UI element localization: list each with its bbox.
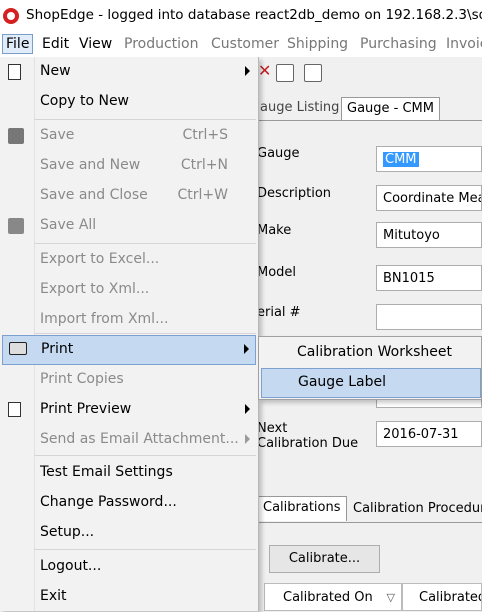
menu-item-print[interactable]: Print bbox=[2, 335, 256, 365]
submenu-arrow-icon bbox=[244, 344, 249, 354]
menu-item-save-and-close-label: Save and Close bbox=[40, 187, 148, 203]
next-calibration-due-label: Next Calibration Due bbox=[257, 421, 359, 451]
menu-item-new[interactable]: New bbox=[0, 57, 258, 87]
menu-item-save-shortcut: Ctrl+S bbox=[182, 127, 228, 143]
menu-file[interactable]: File bbox=[2, 34, 34, 54]
column-calibrated-label: Calibrated bbox=[419, 590, 482, 605]
menu-item-send-email-label: Send as Email Attachment... bbox=[40, 431, 239, 447]
menu-item-new-label: New bbox=[40, 63, 71, 79]
menu-item-save-and-close[interactable]: Save and Close Ctrl+W bbox=[0, 181, 258, 211]
menu-item-exit[interactable]: Exit bbox=[0, 582, 258, 612]
printer-icon bbox=[9, 342, 27, 355]
menu-item-save-and-new[interactable]: Save and New Ctrl+N bbox=[0, 151, 258, 181]
menu-separator bbox=[34, 333, 256, 334]
print-submenu: Calibration Worksheet Gauge Label bbox=[258, 336, 482, 400]
menu-item-export-excel-label: Export to Excel... bbox=[40, 251, 160, 267]
menu-item-save-and-close-shortcut: Ctrl+W bbox=[177, 187, 228, 203]
calibrate-button[interactable]: Calibrate... bbox=[269, 545, 380, 573]
title-bar: ShopEdge - logged into database react2db… bbox=[0, 0, 482, 32]
menu-item-print-copies-label: Print Copies bbox=[40, 371, 124, 387]
submenu-arrow-icon bbox=[245, 66, 250, 76]
menu-item-copy-to-new-label: Copy to New bbox=[40, 93, 130, 109]
menu-item-gauge-label-label: Gauge Label bbox=[298, 374, 387, 390]
menu-item-save-and-new-label: Save and New bbox=[40, 157, 141, 173]
menu-separator bbox=[34, 243, 256, 244]
menu-item-test-email-label: Test Email Settings bbox=[40, 464, 173, 480]
menu-item-save-label: Save bbox=[40, 127, 75, 143]
document-tabs: auge Listing Gauge - CMM bbox=[255, 95, 482, 121]
menu-shipping[interactable]: Shipping bbox=[287, 36, 348, 52]
menu-item-print-preview-label: Print Preview bbox=[40, 401, 132, 417]
model-field[interactable]: BN1015 bbox=[376, 265, 482, 291]
menu-item-print-preview[interactable]: Print Preview bbox=[0, 395, 258, 425]
menu-item-export-excel[interactable]: Export to Excel... bbox=[0, 245, 258, 275]
refresh-icon[interactable] bbox=[276, 64, 294, 82]
menu-separator bbox=[34, 119, 256, 120]
menu-item-gauge-label[interactable]: Gauge Label bbox=[261, 368, 481, 398]
menu-item-logout[interactable]: Logout... bbox=[0, 552, 258, 582]
menu-production[interactable]: Production bbox=[124, 36, 198, 52]
menu-separator bbox=[34, 455, 256, 456]
column-calibrated-on[interactable]: Calibrated On ▽ bbox=[264, 583, 402, 611]
menu-item-save-and-new-shortcut: Ctrl+N bbox=[180, 157, 228, 173]
edit-icon[interactable] bbox=[304, 64, 322, 82]
menu-item-change-password[interactable]: Change Password... bbox=[0, 488, 258, 518]
save-icon bbox=[8, 128, 24, 144]
menu-item-exit-label: Exit bbox=[40, 588, 67, 604]
description-field[interactable]: Coordinate Mea bbox=[376, 185, 482, 211]
menu-item-send-email[interactable]: Send as Email Attachment... bbox=[0, 425, 258, 455]
menu-item-change-password-label: Change Password... bbox=[40, 494, 177, 510]
menu-bar: File Edit View Production Customer Shipp… bbox=[0, 32, 482, 58]
print-preview-icon bbox=[8, 402, 21, 417]
menu-item-save-all[interactable]: Save All bbox=[0, 211, 258, 241]
menu-item-setup-label: Setup... bbox=[40, 524, 95, 540]
shopedge-logo-icon bbox=[3, 8, 19, 24]
menu-view[interactable]: View bbox=[79, 36, 112, 52]
serial-label: erial # bbox=[257, 305, 301, 320]
tab-calibrations[interactable]: Calibrations bbox=[257, 496, 347, 521]
tab-gauge-cmm[interactable]: Gauge - CMM bbox=[341, 97, 440, 120]
gauge-value: CMM bbox=[383, 152, 419, 167]
menu-purchasing[interactable]: Purchasing bbox=[360, 36, 437, 52]
serial-field[interactable] bbox=[376, 304, 482, 330]
gauge-field[interactable]: CMM bbox=[376, 146, 482, 172]
file-menu-dropdown: New Copy to New Save Ctrl+S Save and New… bbox=[0, 57, 259, 611]
menu-item-test-email[interactable]: Test Email Settings bbox=[0, 458, 258, 488]
tab-gauge-listing[interactable]: auge Listing bbox=[255, 97, 344, 119]
delete-icon[interactable]: ✕ bbox=[258, 61, 271, 80]
make-field[interactable]: Mitutoyo bbox=[376, 222, 482, 248]
menu-item-export-xml[interactable]: Export to Xml... bbox=[0, 275, 258, 305]
tab-calibration-procedure[interactable]: Calibration Procedure bbox=[348, 498, 482, 520]
make-label: Make bbox=[257, 223, 292, 238]
submenu-arrow-icon bbox=[245, 404, 250, 414]
menu-item-logout-label: Logout... bbox=[40, 558, 102, 574]
menu-item-print-copies[interactable]: Print Copies bbox=[0, 365, 258, 395]
menu-item-export-xml-label: Export to Xml... bbox=[40, 281, 150, 297]
window-title: ShopEdge - logged into database react2db… bbox=[26, 7, 482, 23]
description-label: Description bbox=[257, 186, 332, 201]
detail-tabs: Calibrations Calibration Procedure bbox=[255, 494, 482, 523]
menu-item-import-xml[interactable]: Import from Xml... bbox=[0, 305, 258, 335]
menu-item-print-label: Print bbox=[41, 341, 74, 357]
menu-invoice[interactable]: Invoic bbox=[446, 36, 482, 52]
menu-item-save-all-label: Save All bbox=[40, 217, 97, 233]
column-calibrated[interactable]: Calibrated bbox=[402, 583, 482, 611]
new-document-icon bbox=[8, 64, 21, 80]
menu-item-calibration-worksheet[interactable]: Calibration Worksheet bbox=[259, 338, 481, 368]
column-calibrated-on-label: Calibrated On bbox=[283, 590, 373, 605]
menu-edit[interactable]: Edit bbox=[42, 36, 69, 52]
submenu-arrow-icon bbox=[245, 434, 250, 444]
filter-icon[interactable]: ▽ bbox=[387, 584, 395, 610]
menu-customer[interactable]: Customer bbox=[211, 36, 279, 52]
model-label: Model bbox=[257, 265, 297, 280]
menu-item-import-xml-label: Import from Xml... bbox=[40, 311, 169, 327]
save-all-icon bbox=[8, 218, 24, 234]
menu-item-copy-to-new[interactable]: Copy to New bbox=[0, 87, 258, 117]
menu-separator bbox=[34, 549, 256, 550]
menu-item-calibration-worksheet-label: Calibration Worksheet bbox=[297, 344, 452, 360]
gauge-label: Gauge bbox=[257, 146, 300, 161]
menu-item-save[interactable]: Save Ctrl+S bbox=[0, 121, 258, 151]
next-calibration-due-field[interactable]: 2016-07-31 bbox=[376, 421, 482, 447]
menu-item-setup[interactable]: Setup... bbox=[0, 518, 258, 548]
